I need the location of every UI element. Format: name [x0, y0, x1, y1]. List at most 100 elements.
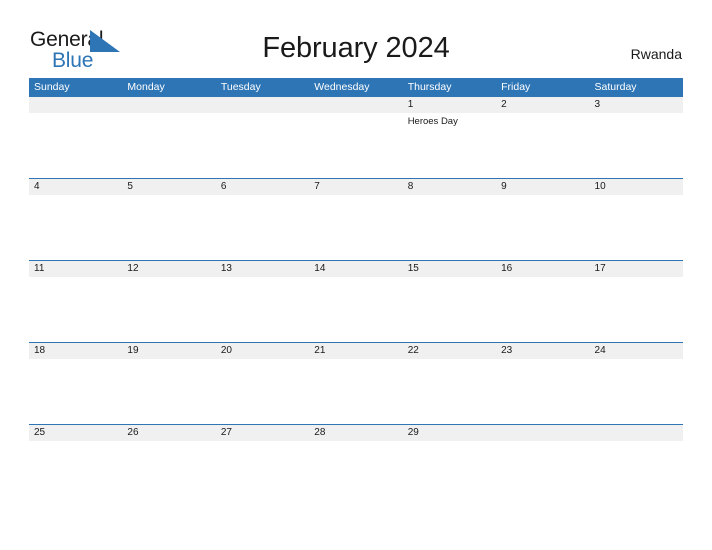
day-events[interactable] — [309, 195, 402, 260]
day-events[interactable] — [29, 359, 122, 424]
day-number: 24 — [594, 345, 606, 356]
day-cell[interactable] — [122, 97, 215, 113]
day-events[interactable] — [496, 113, 589, 178]
day-events[interactable] — [29, 113, 122, 178]
day-events[interactable] — [216, 195, 309, 260]
day-events[interactable] — [122, 441, 215, 506]
day-cell[interactable]: 18 — [29, 343, 122, 359]
day-events[interactable] — [122, 277, 215, 342]
day-events[interactable] — [29, 277, 122, 342]
day-events[interactable] — [590, 441, 683, 506]
day-events[interactable] — [496, 277, 589, 342]
day-cell[interactable] — [309, 97, 402, 113]
weekday-header-tuesday: Tuesday — [220, 81, 261, 93]
event-label: Heroes Day — [407, 116, 458, 127]
day-cell[interactable]: 5 — [122, 179, 215, 195]
day-events[interactable] — [496, 441, 589, 506]
calendar-grid: Sunday Monday Tuesday Wednesday Thursday… — [29, 78, 683, 506]
week-row: 25 26 27 28 29 — [29, 424, 683, 506]
day-cell[interactable]: 21 — [309, 343, 402, 359]
day-events[interactable] — [216, 277, 309, 342]
day-events[interactable] — [496, 195, 589, 260]
day-number: 7 — [314, 181, 320, 192]
day-number: 20 — [220, 345, 232, 356]
day-cell[interactable]: 8 — [403, 179, 496, 195]
day-cell[interactable] — [216, 97, 309, 113]
day-cell[interactable]: 22 — [403, 343, 496, 359]
day-cell[interactable]: 17 — [590, 261, 683, 277]
day-cell[interactable] — [496, 425, 589, 441]
day-number: 16 — [501, 263, 513, 274]
day-cell[interactable]: 27 — [216, 425, 309, 441]
day-cell[interactable]: 13 — [216, 261, 309, 277]
day-cell[interactable]: 15 — [403, 261, 496, 277]
week-event-band: Heroes Day — [29, 113, 683, 178]
day-events[interactable] — [403, 195, 496, 260]
day-cell[interactable]: 10 — [590, 179, 683, 195]
day-number: 15 — [407, 263, 419, 274]
day-number: 27 — [220, 427, 232, 438]
day-cell[interactable]: 9 — [496, 179, 589, 195]
day-cell[interactable]: 19 — [122, 343, 215, 359]
day-cell[interactable]: 2 — [496, 97, 589, 113]
weekday-header-row: Sunday Monday Tuesday Wednesday Thursday… — [29, 78, 683, 96]
day-events[interactable] — [122, 359, 215, 424]
day-events[interactable] — [590, 359, 683, 424]
day-number: 10 — [594, 181, 606, 192]
week-row: 1 2 3 Heroes Day — [29, 96, 683, 178]
day-cell[interactable]: 7 — [309, 179, 402, 195]
day-events[interactable] — [403, 277, 496, 342]
day-number: 18 — [34, 345, 46, 356]
week-row: 11 12 13 14 15 16 17 — [29, 260, 683, 342]
day-events[interactable] — [122, 113, 215, 178]
day-events[interactable] — [29, 195, 122, 260]
day-number: 21 — [314, 345, 326, 356]
day-cell[interactable]: 28 — [309, 425, 402, 441]
day-cell[interactable]: 20 — [216, 343, 309, 359]
week-event-band — [29, 277, 683, 342]
day-events[interactable] — [590, 277, 683, 342]
day-cell[interactable]: 23 — [496, 343, 589, 359]
day-cell[interactable]: 3 — [590, 97, 683, 113]
day-number: 14 — [314, 263, 326, 274]
day-number: 11 — [34, 263, 45, 274]
day-cell[interactable]: 4 — [29, 179, 122, 195]
day-number: 2 — [501, 99, 507, 110]
day-events[interactable] — [216, 441, 309, 506]
day-number: 1 — [407, 99, 414, 110]
day-events[interactable] — [590, 195, 683, 260]
day-cell[interactable]: 26 — [122, 425, 215, 441]
day-events[interactable] — [216, 113, 309, 178]
day-events[interactable] — [496, 359, 589, 424]
day-cell[interactable]: 29 — [403, 425, 496, 441]
day-number: 17 — [594, 263, 606, 274]
day-cell[interactable]: 25 — [29, 425, 122, 441]
day-events[interactable] — [309, 441, 402, 506]
week-daynumber-band: 11 12 13 14 15 16 17 — [29, 261, 683, 277]
region-label: Rwanda — [630, 46, 682, 62]
weekday-header-thursday: Thursday — [407, 81, 452, 93]
day-events[interactable] — [403, 441, 496, 506]
day-cell[interactable]: 24 — [590, 343, 683, 359]
day-cell[interactable]: 6 — [216, 179, 309, 195]
day-cell[interactable] — [590, 425, 683, 441]
day-events[interactable] — [216, 359, 309, 424]
day-number: 6 — [220, 181, 227, 192]
day-cell[interactable]: 14 — [309, 261, 402, 277]
day-events[interactable] — [309, 359, 402, 424]
week-event-band — [29, 195, 683, 260]
day-cell[interactable] — [29, 97, 122, 113]
day-number: 23 — [501, 345, 513, 356]
day-events[interactable] — [309, 277, 402, 342]
weekday-header-monday: Monday — [127, 81, 165, 93]
day-cell[interactable]: 16 — [496, 261, 589, 277]
day-events[interactable]: Heroes Day — [403, 113, 496, 178]
day-events[interactable] — [122, 195, 215, 260]
day-cell[interactable]: 12 — [122, 261, 215, 277]
day-events[interactable] — [29, 441, 122, 506]
day-cell[interactable]: 11 — [29, 261, 122, 277]
day-cell[interactable]: 1 — [403, 97, 496, 113]
day-events[interactable] — [309, 113, 402, 178]
day-events[interactable] — [590, 113, 683, 178]
day-events[interactable] — [403, 359, 496, 424]
